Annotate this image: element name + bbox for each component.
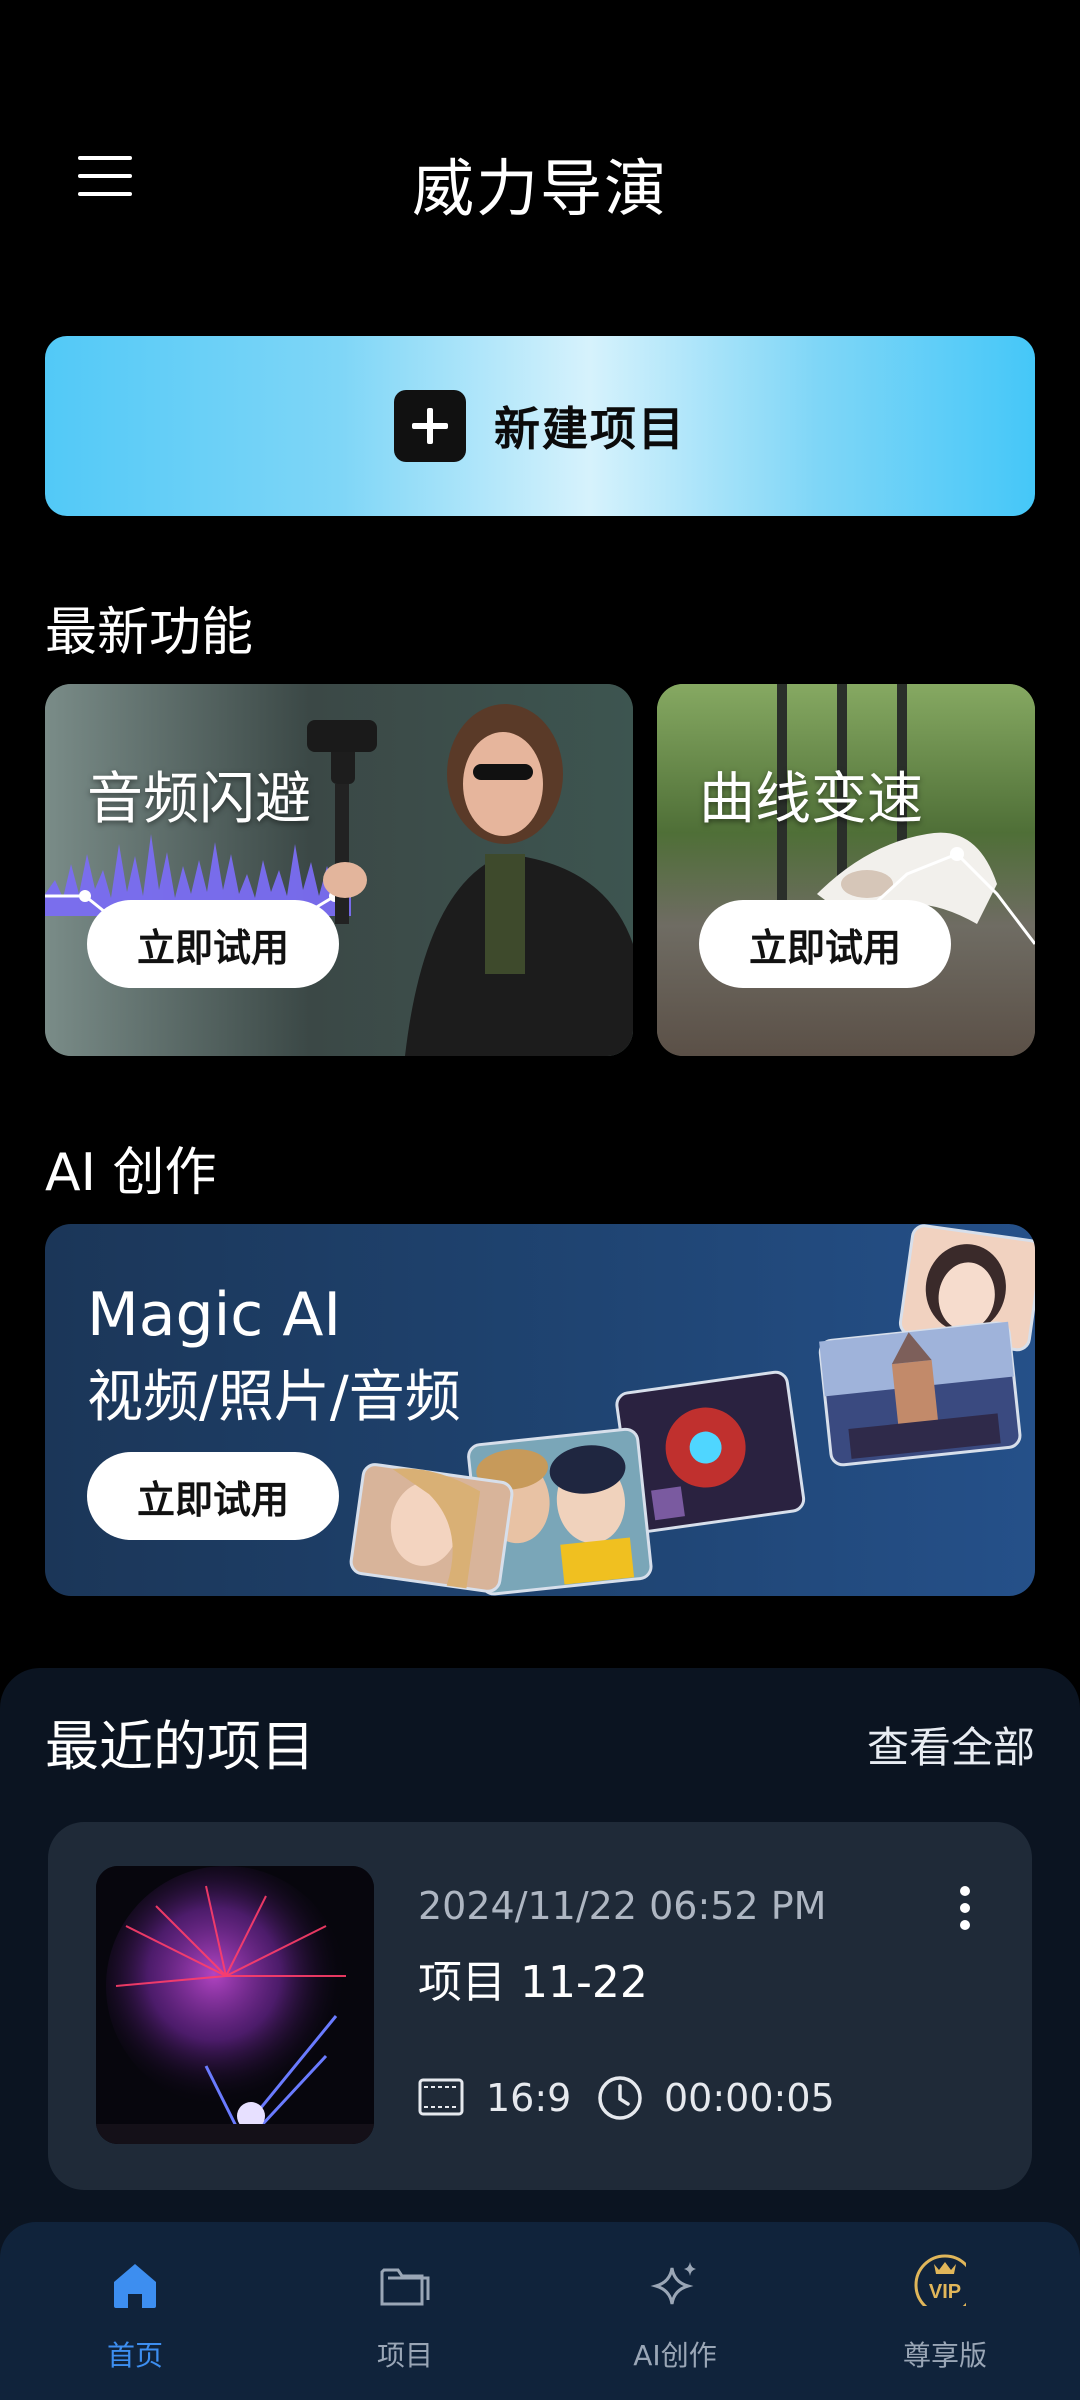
- app-header: 威力导演: [0, 0, 1080, 330]
- magic-ai-title: Magic AI: [87, 1280, 342, 1350]
- section-title-new-features: 最新功能: [45, 603, 254, 663]
- plus-icon: [394, 390, 466, 462]
- more-options-icon[interactable]: [954, 1884, 978, 1932]
- project-thumbnail: [96, 1866, 374, 2144]
- fireworks-thumbnail-artwork: [96, 1866, 374, 2144]
- project-date: 2024/11/22 06:52 PM: [418, 1884, 827, 1928]
- tab-vip[interactable]: VIP 尊享版: [810, 2222, 1080, 2400]
- aspect-ratio-icon: [418, 2078, 464, 2116]
- audio-ducking-artwork: [45, 684, 633, 1056]
- try-now-button[interactable]: 立即试用: [699, 900, 951, 988]
- vip-crown-icon: VIP: [914, 2254, 966, 2306]
- view-all-link[interactable]: 查看全部: [867, 1714, 1035, 1775]
- recent-projects-title: 最近的项目: [45, 1715, 315, 1778]
- tab-label: 尊享版: [902, 2339, 987, 2372]
- project-card[interactable]: 2024/11/22 06:52 PM 项目 11-22 16:9 00:00:…: [48, 1822, 1032, 2190]
- new-project-label: 新建项目: [494, 402, 686, 456]
- magic-ai-subtitle: 视频/照片/音频: [87, 1365, 461, 1430]
- project-name: 项目 11-22: [418, 1957, 648, 2008]
- try-now-button[interactable]: 立即试用: [87, 1452, 339, 1540]
- sparkle-icon: [650, 2262, 696, 2305]
- project-duration: 00:00:05: [664, 2076, 835, 2120]
- feature-card-title: 曲线变速: [699, 767, 923, 832]
- project-aspect-ratio: 16:9: [486, 2076, 572, 2120]
- section-title-ai-create: AI 创作: [45, 1143, 217, 1203]
- tab-label: 首页: [106, 2339, 163, 2372]
- feature-card-audio-ducking[interactable]: 音频闪避 立即试用: [45, 684, 633, 1056]
- magic-ai-banner[interactable]: Magic AI 视频/照片/音频 立即试用: [45, 1224, 1035, 1596]
- feature-card-speed-curve[interactable]: 曲线变速 立即试用: [657, 684, 1035, 1056]
- svg-text:VIP: VIP: [929, 2281, 961, 2303]
- new-project-button[interactable]: 新建项目: [45, 336, 1035, 516]
- tab-projects[interactable]: 项目: [270, 2222, 540, 2400]
- folder-icon: [380, 2268, 430, 2306]
- feature-card-title: 音频闪避: [87, 767, 311, 832]
- tab-home[interactable]: 首页: [0, 2222, 270, 2400]
- tab-label: AI创作: [633, 2339, 717, 2372]
- clock-icon: [598, 2076, 642, 2120]
- try-now-button[interactable]: 立即试用: [87, 900, 339, 988]
- bottom-tab-bar: 首页 项目 AI创作 VIP 尊享版: [0, 2222, 1080, 2400]
- tab-ai-create[interactable]: AI创作: [540, 2222, 810, 2400]
- app-title: 威力导演: [411, 152, 668, 225]
- speed-curve-artwork: [657, 684, 1035, 1056]
- tab-label: 项目: [376, 2339, 433, 2372]
- home-icon: [114, 2264, 156, 2308]
